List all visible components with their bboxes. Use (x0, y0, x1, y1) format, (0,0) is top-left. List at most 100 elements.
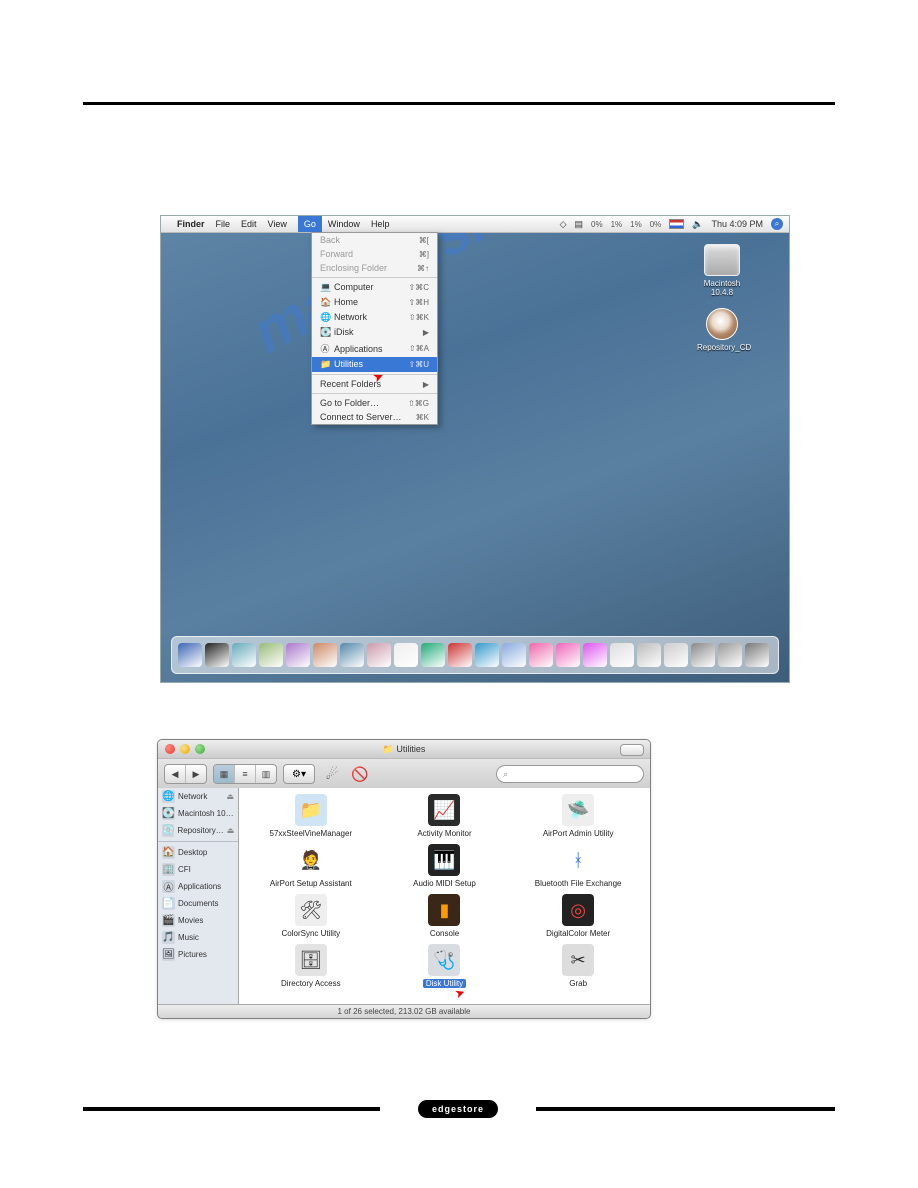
dock-item[interactable] (556, 643, 580, 667)
sidebar-item[interactable]: ⒶApplications (158, 878, 238, 895)
app-menu[interactable]: Finder (177, 219, 205, 229)
dock-item[interactable] (691, 643, 715, 667)
menu-item[interactable]: 🌐Network⇧⌘K (312, 310, 437, 325)
column-view-button[interactable]: ▥ (256, 765, 276, 783)
menu-help[interactable]: Help (371, 219, 390, 229)
search-input[interactable]: ⌕ (496, 765, 644, 783)
finder-item[interactable]: ᚼBluetooth File Exchange (514, 844, 642, 888)
finder-item[interactable]: 🩺Disk Utility (381, 944, 509, 988)
menu-go[interactable]: Go (298, 216, 322, 232)
app-icon: 📈 (428, 794, 460, 826)
icon-label: Repository_CD (697, 343, 747, 352)
menu-view[interactable]: View (268, 219, 287, 229)
dock-item[interactable] (259, 643, 283, 667)
dock-item[interactable] (475, 643, 499, 667)
dock-item[interactable] (232, 643, 256, 667)
back-button[interactable]: ◀ (165, 765, 186, 783)
dock-item[interactable] (583, 643, 607, 667)
app-icon: ✂ (562, 944, 594, 976)
sidebar-item[interactable]: 💽Macintosh 10… (158, 805, 238, 822)
sidebar-item[interactable]: 🏠Desktop (158, 844, 238, 861)
menu-item[interactable]: ⒶApplications⇧⌘A (312, 340, 437, 357)
app-icon: 📁 (295, 794, 327, 826)
eject-icon[interactable]: ⏏ (227, 826, 235, 835)
finder-item[interactable]: 📈 Activity Monitor (381, 794, 509, 838)
menu-item: Back⌘[ (312, 233, 437, 247)
dock-item[interactable] (313, 643, 337, 667)
dock-item[interactable] (502, 643, 526, 667)
sidebar-item[interactable]: 📄Documents (158, 895, 238, 912)
menu-extra-icon[interactable]: ◇ (560, 219, 567, 230)
sidebar-item[interactable]: 🖼Pictures (158, 946, 238, 963)
forward-button[interactable]: ▶ (186, 765, 206, 783)
finder-item[interactable]: 🎹Audio MIDI Setup (381, 844, 509, 888)
dock-item[interactable] (610, 643, 634, 667)
dock-item[interactable] (340, 643, 364, 667)
finder-item[interactable]: 🤵AirPort Setup Assistant (247, 844, 375, 888)
dock-item[interactable] (637, 643, 661, 667)
sidebar-item[interactable]: 🌐Network⏏ (158, 788, 238, 805)
toolbar-toggle-button[interactable] (620, 744, 644, 756)
menu-item[interactable]: Go to Folder…⇧⌘G (312, 396, 437, 410)
item-label: Activity Monitor (417, 829, 471, 838)
go-menu-dropdown: Back⌘[Forward⌘]Enclosing Folder⌘↑💻Comput… (311, 232, 438, 425)
menu-item[interactable]: 🏠Home⇧⌘H (312, 295, 437, 310)
sidebar-label: Music (178, 933, 199, 942)
sidebar-item[interactable]: 🎬Movies (158, 912, 238, 929)
desktop-icon-cd[interactable]: Repository_CD (697, 308, 747, 352)
input-flag-icon[interactable] (669, 219, 684, 229)
list-view-button[interactable]: ≡ (235, 765, 256, 783)
sidebar-item[interactable]: 💿Repository…⏏ (158, 822, 238, 839)
sidebar-label: Desktop (178, 848, 207, 857)
menu-separator (312, 277, 437, 278)
finder-item[interactable]: 🛸AirPort Admin Utility (514, 794, 642, 838)
dock-item[interactable] (205, 643, 229, 667)
dock-item[interactable] (178, 643, 202, 667)
sidebar-label: Repository… (177, 826, 223, 835)
footer-rule (83, 1107, 380, 1111)
cpu-stat: 1% (630, 220, 642, 229)
finder-item[interactable]: 📁57xxSteelVineManager (247, 794, 375, 838)
sidebar-item[interactable]: 🏢CFI (158, 861, 238, 878)
eject-icon[interactable]: ⏏ (226, 792, 234, 801)
dock-item[interactable] (664, 643, 688, 667)
dock-item[interactable] (421, 643, 445, 667)
desktop-icon-hd[interactable]: Macintosh 10.4.8 (697, 244, 747, 297)
cpu-stat: 0% (591, 220, 603, 229)
sidebar-item[interactable]: 🎵Music (158, 929, 238, 946)
sidebar-icon: 🖼 (162, 948, 175, 961)
dock-item[interactable] (745, 643, 769, 667)
dock-item[interactable] (367, 643, 391, 667)
sidebar-icon: 🌐 (162, 790, 175, 803)
menu-item[interactable]: 💻Computer⇧⌘C (312, 280, 437, 295)
menu-window[interactable]: Window (328, 219, 360, 229)
block-icon[interactable]: 🚫 (349, 763, 371, 785)
dock-item[interactable] (718, 643, 742, 667)
menu-extra-icon[interactable]: ▤ (574, 219, 583, 230)
finder-item[interactable]: ▮Console (381, 894, 509, 938)
sidebar-label: Pictures (178, 950, 207, 959)
menu-item[interactable]: Connect to Server…⌘K (312, 410, 437, 424)
dock-item[interactable] (286, 643, 310, 667)
action-menu-button[interactable]: ⚙▾ (283, 764, 315, 784)
finder-item[interactable]: ✂Grab (514, 944, 642, 988)
dock-item[interactable] (448, 643, 472, 667)
sidebar-icon: 🏢 (162, 863, 175, 876)
spotlight-icon[interactable]: ⌕ (771, 218, 783, 230)
menu-item[interactable]: 💽iDisk▶ (312, 325, 437, 340)
finder-toolbar: ◀ ▶ ▦ ≡ ▥ ⚙▾ ☄ 🚫 ⌕ (158, 759, 650, 790)
clock: Thu 4:09 PM (711, 219, 763, 229)
icon-view-button[interactable]: ▦ (214, 765, 235, 783)
sidebar-icon: 💽 (162, 807, 175, 820)
menu-file[interactable]: File (216, 219, 231, 229)
dock-item[interactable] (394, 643, 418, 667)
sidebar-label: Macintosh 10… (178, 809, 234, 818)
sidebar-label: Movies (178, 916, 203, 925)
finder-item[interactable]: 🛠ColorSync Utility (247, 894, 375, 938)
finder-item[interactable]: 🗄Directory Access (247, 944, 375, 988)
menu-edit[interactable]: Edit (241, 219, 257, 229)
finder-item[interactable]: ◎DigitalColor Meter (514, 894, 642, 938)
volume-icon[interactable]: 🔈 (692, 219, 703, 230)
burn-icon[interactable]: ☄ (321, 763, 343, 785)
dock-item[interactable] (529, 643, 553, 667)
